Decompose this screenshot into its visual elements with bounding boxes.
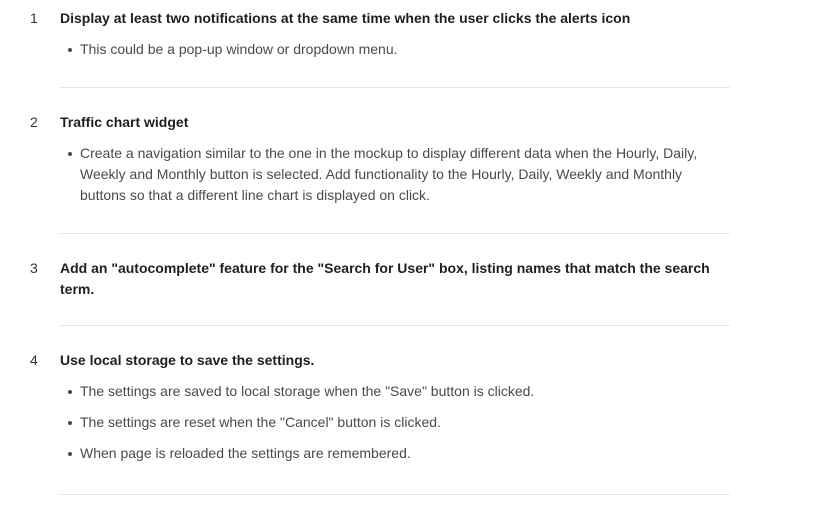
bullet-item: When page is reloaded the settings are r… [66, 443, 726, 464]
requirement-title: Display at least two notifications at th… [60, 10, 631, 26]
divider [60, 233, 730, 234]
bullet-item: The settings are saved to local storage … [66, 381, 726, 402]
requirement-number: 2 [30, 114, 38, 130]
requirement-number: 4 [30, 352, 38, 368]
divider [60, 494, 730, 495]
requirement-bullets: This could be a pop-up window or dropdow… [66, 39, 726, 60]
requirement-bullets: The settings are saved to local storage … [66, 381, 726, 464]
bullet-item: This could be a pop-up window or dropdow… [66, 39, 726, 60]
requirement-title: Use local storage to save the settings. [60, 352, 315, 368]
requirement-title: Add an "autocomplete" feature for the "S… [60, 260, 710, 297]
requirement-number: 3 [30, 260, 38, 276]
requirement-bullets: Create a navigation similar to the one i… [66, 143, 726, 206]
bullet-item: Create a navigation similar to the one i… [66, 143, 726, 206]
divider [60, 325, 730, 326]
divider [60, 87, 730, 88]
requirement-number: 1 [30, 10, 38, 26]
bullet-item: The settings are reset when the "Cancel"… [66, 412, 726, 433]
requirement-title: Traffic chart widget [60, 114, 189, 130]
